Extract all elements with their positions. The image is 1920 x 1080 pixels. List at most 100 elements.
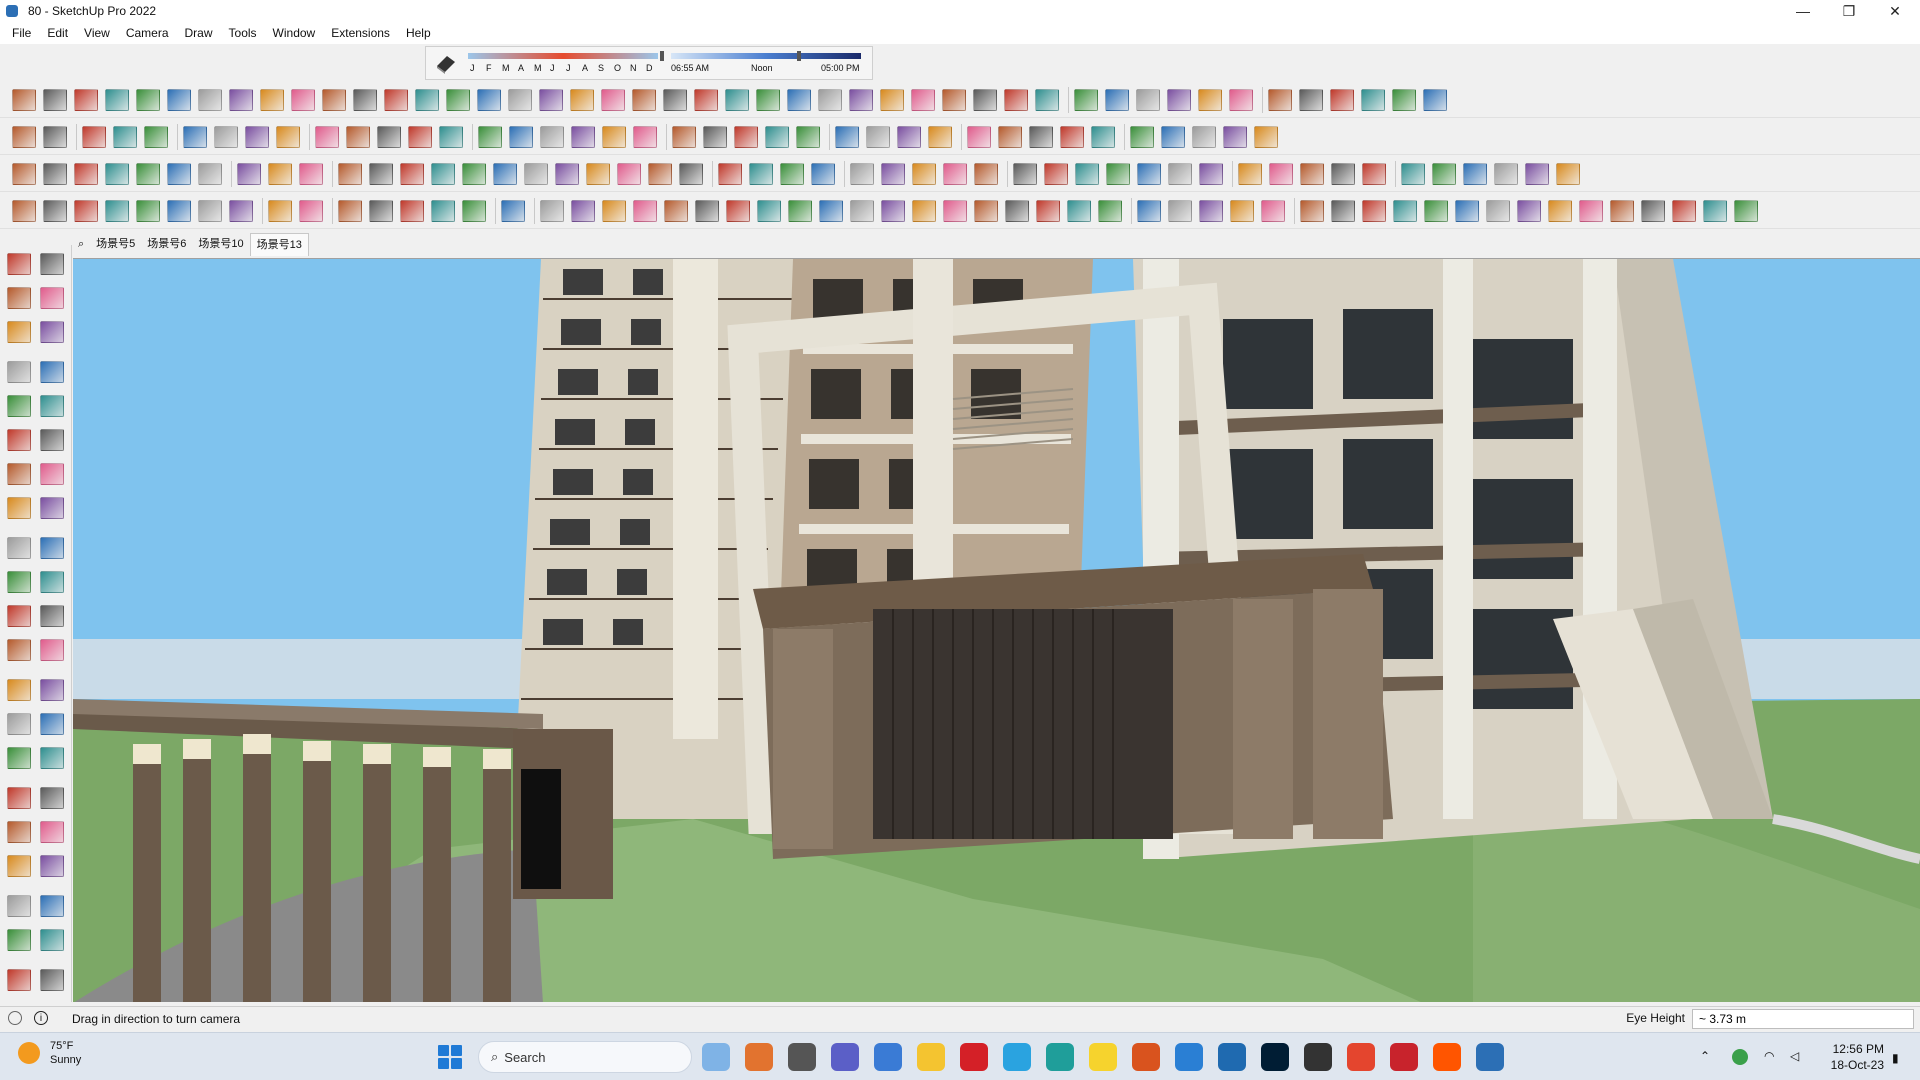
twist-icon[interactable] <box>1734 200 1758 222</box>
meet-icon[interactable] <box>831 1043 859 1071</box>
section-icon[interactable] <box>322 89 346 111</box>
backface-icon[interactable] <box>229 200 253 222</box>
rotated-rectangle-icon[interactable] <box>40 395 64 417</box>
copilot-icon[interactable] <box>745 1043 773 1071</box>
section-icon[interactable] <box>540 126 564 148</box>
menu-edit[interactable]: Edit <box>39 22 76 44</box>
stamp-icon[interactable] <box>40 969 64 991</box>
back-icon[interactable] <box>850 163 874 185</box>
freehand-icon[interactable] <box>40 361 64 383</box>
tab-scene-5[interactable]: 场景号5 <box>90 233 141 255</box>
tab-scene-6[interactable]: 场景号6 <box>141 233 192 255</box>
render-icon[interactable] <box>586 163 610 185</box>
right-icon[interactable] <box>811 163 835 185</box>
geo-location-icon[interactable] <box>8 1011 22 1025</box>
offset-icon[interactable] <box>40 605 64 627</box>
tab-scene-13[interactable]: 场景号13 <box>249 232 309 256</box>
zoom-extents-icon[interactable] <box>7 821 31 843</box>
zoom-icon[interactable] <box>7 787 31 809</box>
outliner-icon[interactable] <box>524 163 548 185</box>
smoove-icon[interactable] <box>7 969 31 991</box>
solid-tools-icon[interactable] <box>881 200 905 222</box>
box-icon[interactable] <box>1269 163 1293 185</box>
xray-icon[interactable] <box>819 200 843 222</box>
component-icon[interactable] <box>571 126 595 148</box>
polygon-icon[interactable] <box>431 163 455 185</box>
tag-icon[interactable] <box>493 163 517 185</box>
front-icon[interactable] <box>780 163 804 185</box>
axes-icon[interactable] <box>602 126 626 148</box>
rotate-icon[interactable] <box>7 571 31 593</box>
comment-icon[interactable] <box>299 163 323 185</box>
dimension-icon[interactable] <box>40 639 64 661</box>
camera-icon[interactable] <box>1238 163 1262 185</box>
eraser-icon[interactable] <box>703 126 727 148</box>
outliner-icon[interactable] <box>1137 163 1161 185</box>
comment-icon[interactable] <box>912 163 936 185</box>
circle-icon[interactable] <box>7 429 31 451</box>
menu-help[interactable]: Help <box>398 22 439 44</box>
grid-icon[interactable] <box>942 89 966 111</box>
arc-icon[interactable] <box>7 463 31 485</box>
intersect-icon[interactable] <box>369 200 393 222</box>
task-view-icon[interactable] <box>788 1043 816 1071</box>
cube-icon[interactable] <box>1300 163 1324 185</box>
split-icon[interactable] <box>1610 200 1634 222</box>
top-icon[interactable] <box>749 163 773 185</box>
union-icon[interactable] <box>1517 200 1541 222</box>
lasso-icon[interactable] <box>765 126 789 148</box>
offset-icon[interactable] <box>462 163 486 185</box>
texture-icon[interactable] <box>1362 200 1386 222</box>
roof-icon[interactable] <box>1004 89 1028 111</box>
subtract-icon[interactable] <box>1548 200 1572 222</box>
subtract-icon[interactable] <box>943 200 967 222</box>
pan-icon[interactable] <box>1091 126 1115 148</box>
arc-icon[interactable] <box>601 89 625 111</box>
union-icon[interactable] <box>299 200 323 222</box>
grammarly-icon[interactable] <box>1132 1043 1160 1071</box>
paint-icon[interactable] <box>1268 89 1292 111</box>
bend-icon[interactable] <box>501 200 525 222</box>
tag-icon[interactable] <box>40 321 64 343</box>
house-icon[interactable] <box>1136 89 1160 111</box>
two-point-arc-icon[interactable] <box>7 497 31 519</box>
wireframe-icon[interactable] <box>1261 200 1285 222</box>
text-icon[interactable] <box>377 126 401 148</box>
circle-icon[interactable] <box>369 163 393 185</box>
top-icon[interactable] <box>136 163 160 185</box>
move-icon[interactable] <box>7 537 31 559</box>
hidden-line-icon[interactable] <box>74 200 98 222</box>
fillet-icon[interactable] <box>462 200 486 222</box>
sphere-icon[interactable] <box>818 89 842 111</box>
front-icon[interactable] <box>1401 163 1425 185</box>
top-icon[interactable] <box>1362 163 1386 185</box>
iso-icon[interactable] <box>718 163 742 185</box>
photos-icon[interactable] <box>1046 1043 1074 1071</box>
rectangle-icon[interactable] <box>796 126 820 148</box>
xray-icon[interactable] <box>198 200 222 222</box>
tag-icon[interactable] <box>1106 163 1130 185</box>
freehand-icon[interactable] <box>1229 89 1253 111</box>
paint-icon[interactable] <box>74 89 98 111</box>
move-icon[interactable] <box>245 126 269 148</box>
menu-window[interactable]: Window <box>265 22 324 44</box>
gear-icon[interactable] <box>1330 89 1354 111</box>
hidden-line-icon[interactable] <box>695 200 719 222</box>
gear-icon[interactable] <box>725 89 749 111</box>
gear-icon[interactable] <box>136 89 160 111</box>
box-icon[interactable] <box>43 163 67 185</box>
hand-icon[interactable] <box>384 89 408 111</box>
backface-icon[interactable] <box>1455 200 1479 222</box>
polygon-icon[interactable] <box>1044 163 1068 185</box>
tab-scene-10[interactable]: 场景号10 <box>192 233 249 255</box>
ruler-icon[interactable] <box>849 89 873 111</box>
follow-me-icon[interactable] <box>1392 89 1416 111</box>
push-pull-icon[interactable] <box>214 126 238 148</box>
sphere-icon[interactable] <box>229 89 253 111</box>
text-icon[interactable] <box>998 126 1022 148</box>
style-icon[interactable] <box>555 163 579 185</box>
array-icon[interactable] <box>571 200 595 222</box>
drive-icon[interactable] <box>1304 1043 1332 1071</box>
camera-icon[interactable] <box>617 163 641 185</box>
trim-icon[interactable] <box>1036 200 1060 222</box>
